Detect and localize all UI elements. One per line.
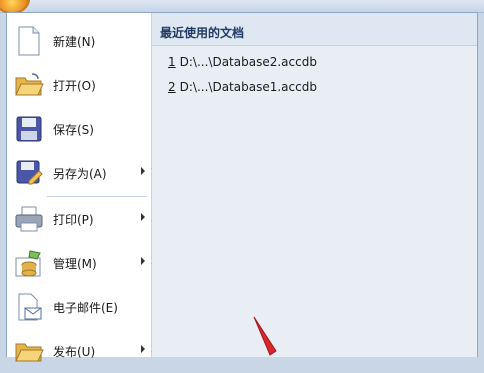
menu-item-label: 打印(P)	[53, 212, 94, 227]
recent-file-path: D:\...\Database1.accdb	[179, 80, 317, 94]
menu-item-open[interactable]: 打开(O)	[7, 63, 151, 107]
annotation-arrow-icon	[253, 316, 277, 356]
recent-documents-title: 最近使用的文档	[160, 26, 245, 40]
menu-item-print[interactable]: 打印(P)	[7, 197, 151, 241]
submenu-arrow-icon	[141, 257, 145, 265]
recent-documents-pane: 最近使用的文档 1 D:\...\Database2.accdb 2 D:\...\…	[152, 13, 477, 357]
menu-item-publish[interactable]: 发布(U)	[7, 329, 151, 373]
recent-file-number: 1	[168, 55, 176, 69]
command-list: 新建(N) 打开(O) 保存(S) 另存为(A) 打印(P) 管理(M) 电子邮…	[7, 13, 152, 362]
menu-item-manage[interactable]: 管理(M)	[7, 241, 151, 285]
manage-database-icon	[13, 247, 45, 279]
menu-item-save[interactable]: 保存(S)	[7, 107, 151, 151]
menu-item-label: 保存(S)	[53, 122, 94, 137]
menu-item-label: 打开(O)	[53, 78, 96, 93]
recent-file-path: D:\...\Database2.accdb	[179, 55, 317, 69]
publish-folder-icon	[13, 335, 45, 367]
menu-item-label: 另存为(A)	[53, 166, 107, 181]
submenu-arrow-icon	[141, 213, 145, 221]
open-folder-icon	[13, 69, 45, 101]
menu-item-email[interactable]: 电子邮件(E)	[7, 285, 151, 329]
office-menu: 新建(N) 打开(O) 保存(S) 另存为(A) 打印(P) 管理(M) 电子邮…	[6, 12, 478, 362]
save-as-icon	[13, 157, 45, 189]
printer-icon	[13, 203, 45, 235]
recent-file-2[interactable]: 2 D:\...\Database1.accdb	[168, 80, 317, 94]
menu-item-label: 发布(U)	[53, 344, 96, 359]
recent-file-number: 2	[168, 80, 176, 94]
save-disk-icon	[13, 113, 45, 145]
menu-item-label: 管理(M)	[53, 256, 97, 271]
submenu-arrow-icon	[141, 167, 145, 175]
email-icon	[13, 291, 45, 323]
recent-file-1[interactable]: 1 D:\...\Database2.accdb	[168, 55, 317, 69]
menu-item-new[interactable]: 新建(N)	[7, 19, 151, 63]
recent-documents-header: 最近使用的文档	[152, 13, 477, 46]
submenu-arrow-icon	[141, 345, 145, 353]
menu-item-save-as[interactable]: 另存为(A)	[7, 151, 151, 195]
new-document-icon	[13, 25, 45, 57]
menu-item-label: 电子邮件(E)	[53, 300, 118, 315]
menu-item-label: 新建(N)	[53, 34, 96, 49]
